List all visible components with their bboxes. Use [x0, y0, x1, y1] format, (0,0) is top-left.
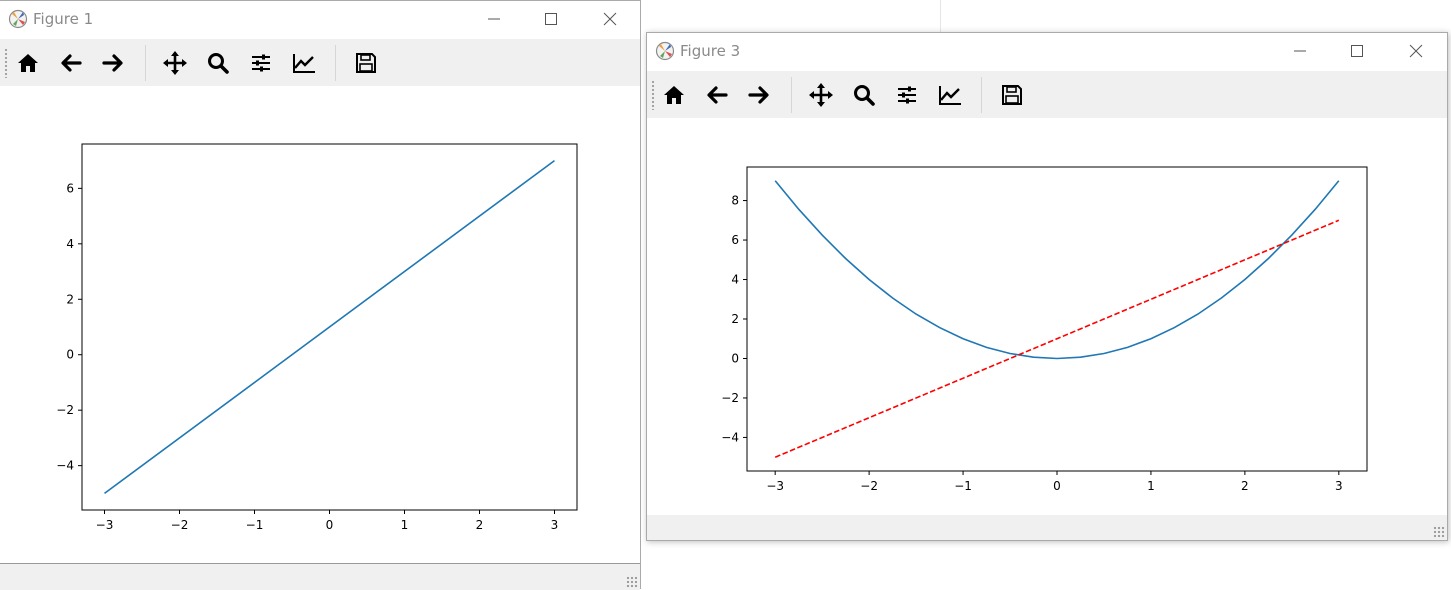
zoom-button[interactable]	[851, 82, 877, 108]
sliders-icon	[252, 54, 270, 72]
y-tick-label: −4	[721, 430, 739, 444]
x-tick-label: −2	[860, 479, 878, 493]
x-tick-label: −2	[171, 518, 189, 532]
y-tick-label: 4	[731, 273, 739, 287]
save-button[interactable]	[353, 50, 379, 76]
x-tick-label: −1	[954, 479, 972, 493]
figure-3-window[interactable]: Figure 3 −3 −2 −1 0 1 2 3 −4 −2 0 2 4 6 …	[646, 32, 1448, 541]
close-icon[interactable]	[1404, 39, 1428, 63]
back-button[interactable]	[58, 50, 84, 76]
floppy-disk-icon	[356, 53, 376, 73]
maximize-icon[interactable]	[539, 7, 563, 31]
home-button[interactable]	[15, 50, 41, 76]
x-tick-label: −1	[246, 518, 264, 532]
x-tick-label: 1	[401, 518, 409, 532]
resize-grip[interactable]	[626, 576, 638, 588]
toolbar-separator	[791, 77, 792, 113]
magnifier-icon	[854, 85, 875, 106]
status-bar	[647, 515, 1447, 540]
figure-1-window[interactable]: Figure 1 −3 −2 −1 0 1 2 3 −4 −2 0 2 4 6	[0, 0, 641, 590]
customize-button[interactable]	[937, 82, 963, 108]
x-tick-label: −3	[766, 479, 784, 493]
y-tick-label: 6	[66, 181, 74, 195]
toolbar-separator	[981, 77, 982, 113]
toolbar-separator	[335, 45, 336, 81]
zoom-button[interactable]	[205, 50, 231, 76]
subplots-button[interactable]	[248, 50, 274, 76]
back-arrow-icon	[707, 86, 728, 104]
x-tick-label: 3	[551, 518, 559, 532]
title-bar[interactable]: Figure 1	[0, 1, 640, 37]
toolbar-grip[interactable]	[4, 48, 8, 78]
home-icon	[664, 86, 684, 104]
y-tick-label: 2	[66, 292, 74, 306]
y-tick-label: 6	[731, 233, 739, 247]
sliders-icon	[898, 86, 916, 104]
customize-button[interactable]	[291, 50, 317, 76]
x-tick-label: 0	[326, 518, 334, 532]
line-chart-icon	[293, 54, 315, 73]
forward-button[interactable]	[100, 50, 126, 76]
y-tick-label: 4	[66, 237, 74, 251]
forward-arrow-icon	[102, 54, 123, 72]
axes-frame	[746, 166, 1368, 472]
navigation-toolbar	[0, 39, 640, 86]
matplotlib-app-icon	[8, 9, 28, 29]
move-arrows-icon	[163, 51, 187, 75]
close-icon[interactable]	[598, 7, 622, 31]
y-tick-label: −4	[56, 459, 74, 473]
x-tick-label: 1	[1147, 479, 1155, 493]
y-tick-label: 8	[731, 194, 739, 208]
pan-button[interactable]	[808, 82, 834, 108]
back-arrow-icon	[61, 54, 82, 72]
magnifier-icon	[208, 53, 229, 74]
toolbar-separator	[145, 45, 146, 81]
save-button[interactable]	[999, 82, 1025, 108]
line-chart-icon	[939, 86, 961, 105]
resize-grip[interactable]	[1433, 526, 1445, 538]
figure-canvas[interactable]: −3 −2 −1 0 1 2 3 −4 −2 0 2 4 6 8	[647, 119, 1447, 515]
pan-button[interactable]	[162, 50, 188, 76]
y-tick-label: −2	[56, 403, 74, 417]
figure-canvas[interactable]: −3 −2 −1 0 1 2 3 −4 −2 0 2 4 6	[0, 87, 640, 563]
back-button[interactable]	[704, 82, 730, 108]
window-title: Figure 1	[33, 10, 94, 28]
y-tick-label: −2	[721, 391, 739, 405]
home-icon	[18, 54, 38, 72]
navigation-toolbar	[647, 71, 1447, 118]
window-title: Figure 3	[680, 42, 741, 60]
status-bar	[0, 563, 640, 590]
x-tick-label: 2	[476, 518, 484, 532]
home-button[interactable]	[661, 82, 687, 108]
x-tick-label: 3	[1335, 479, 1343, 493]
y-tick-label: 2	[731, 312, 739, 326]
x-tick-label: 0	[1053, 479, 1061, 493]
y-tick-label: 0	[66, 348, 74, 362]
x-tick-label: 2	[1241, 479, 1249, 493]
maximize-icon[interactable]	[1345, 39, 1369, 63]
minimize-icon[interactable]	[482, 7, 506, 31]
toolbar-grip[interactable]	[651, 80, 655, 110]
x-tick-label: −3	[96, 518, 114, 532]
title-bar[interactable]: Figure 3	[647, 33, 1447, 69]
forward-arrow-icon	[748, 86, 769, 104]
y-tick-label: 0	[731, 351, 739, 365]
matplotlib-app-icon	[655, 41, 675, 61]
minimize-icon[interactable]	[1288, 39, 1312, 63]
floppy-disk-icon	[1002, 85, 1022, 105]
forward-button[interactable]	[746, 82, 772, 108]
subplots-button[interactable]	[894, 82, 920, 108]
move-arrows-icon	[809, 83, 833, 107]
desktop-divider	[940, 0, 941, 34]
